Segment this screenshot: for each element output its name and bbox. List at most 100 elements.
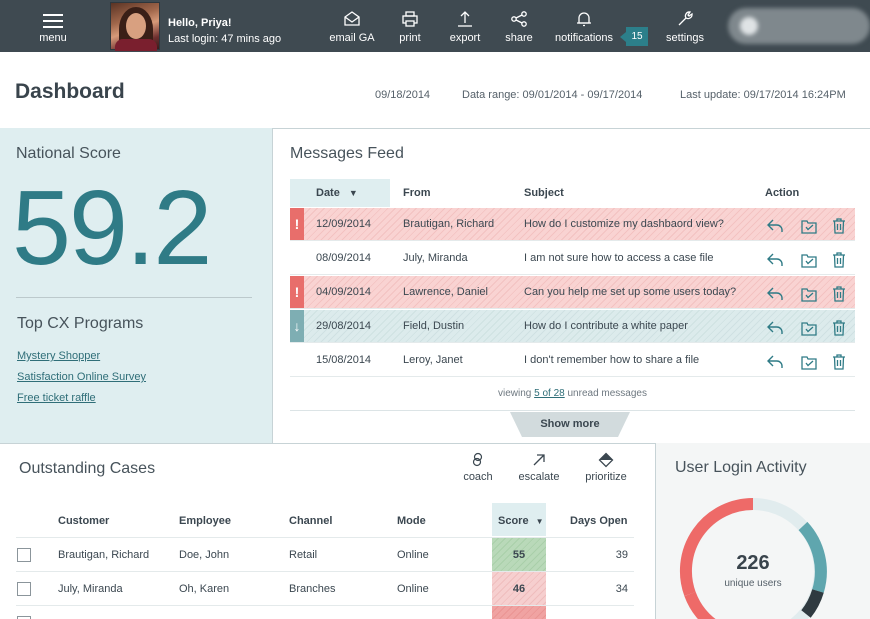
viewing-prefix: viewing bbox=[497, 388, 532, 399]
urgent-flag-icon: ! bbox=[290, 208, 304, 240]
case-score bbox=[492, 606, 546, 619]
table-row[interactable]: July, Miranda Oh, Karen Branches Online … bbox=[16, 571, 634, 605]
column-header-label: Score bbox=[498, 515, 529, 527]
case-mode: Online bbox=[397, 583, 429, 595]
sort-down-icon: ▼ bbox=[535, 517, 544, 526]
notifications-button[interactable]: notifications bbox=[550, 0, 618, 52]
divider bbox=[16, 297, 252, 298]
hamburger-icon bbox=[43, 14, 63, 28]
print-button[interactable]: print bbox=[388, 0, 432, 52]
trash-icon[interactable] bbox=[830, 318, 848, 336]
tool-label: settings bbox=[666, 32, 704, 44]
column-header-days-open: Days Open bbox=[570, 515, 628, 527]
file-icon[interactable] bbox=[800, 250, 818, 268]
envelope-icon bbox=[344, 11, 360, 26]
user-login-activity-panel: User Login Activity 226 unique users bbox=[655, 443, 870, 619]
coach-icon bbox=[472, 452, 483, 467]
message-row[interactable]: 08/09/2014 July, Miranda I am not sure h… bbox=[290, 242, 855, 275]
message-subject: Can you help me set up some users today? bbox=[524, 286, 737, 298]
table-row[interactable]: Brautigan, Richard Doe, John Retail Onli… bbox=[16, 537, 634, 571]
coach-button[interactable]: coach bbox=[458, 452, 498, 488]
program-link-mystery-shopper[interactable]: Mystery Shopper bbox=[17, 350, 100, 362]
case-days-open: 39 bbox=[615, 549, 628, 561]
column-header-channel: Channel bbox=[289, 515, 333, 527]
file-icon[interactable] bbox=[800, 216, 818, 234]
viewing-count-link[interactable]: 5 of 28 bbox=[534, 388, 565, 399]
tool-label: export bbox=[449, 32, 481, 44]
case-mode: Online bbox=[397, 549, 429, 561]
message-from: Field, Dustin bbox=[403, 320, 465, 332]
notification-count-badge[interactable]: 15 bbox=[620, 27, 648, 46]
export-button[interactable]: export bbox=[443, 0, 487, 52]
unique-users-label: unique users bbox=[724, 578, 782, 589]
file-icon[interactable] bbox=[800, 284, 818, 302]
user-login-activity-title: User Login Activity bbox=[675, 459, 807, 476]
menu-button[interactable]: menu bbox=[0, 0, 106, 52]
row-checkbox[interactable] bbox=[17, 582, 31, 596]
share-icon bbox=[511, 11, 527, 27]
message-date: 12/09/2014 bbox=[316, 218, 372, 230]
row-checkbox[interactable] bbox=[17, 548, 31, 562]
column-header-date[interactable]: Date ▼ bbox=[290, 179, 390, 207]
program-link-satisfaction-survey[interactable]: Satisfaction Online Survey bbox=[17, 371, 146, 383]
message-from: Leroy, Janet bbox=[403, 354, 463, 366]
low-priority-arrow-icon: ↓ bbox=[290, 310, 304, 342]
escalate-button[interactable]: escalate bbox=[513, 452, 565, 488]
case-employee: Doe, John bbox=[179, 549, 230, 561]
message-subject: How do I contribute a white paper bbox=[524, 320, 688, 332]
trash-icon[interactable] bbox=[830, 216, 848, 234]
header-date: 09/18/2014 bbox=[375, 89, 431, 101]
message-row[interactable]: ↓ 29/08/2014 Field, Dustin How do I cont… bbox=[290, 310, 855, 343]
messages-feed-title: Messages Feed bbox=[290, 145, 404, 162]
tool-label: email GA bbox=[329, 32, 375, 44]
table-row[interactable] bbox=[16, 605, 634, 619]
reply-icon[interactable] bbox=[766, 318, 784, 336]
message-from: Lawrence, Daniel bbox=[403, 286, 488, 298]
column-header-score[interactable]: Score ▼ bbox=[492, 503, 546, 536]
national-score-title: National Score bbox=[16, 145, 121, 162]
message-date: 04/09/2014 bbox=[316, 286, 372, 298]
avatar[interactable] bbox=[110, 2, 160, 51]
reply-icon[interactable] bbox=[766, 352, 784, 370]
reply-icon[interactable] bbox=[766, 216, 784, 234]
page-title: Dashboard bbox=[15, 80, 125, 103]
prioritize-button[interactable]: prioritize bbox=[580, 452, 632, 488]
prioritize-label: prioritize bbox=[585, 471, 627, 483]
trash-icon[interactable] bbox=[830, 284, 848, 302]
share-button[interactable]: share bbox=[497, 0, 541, 52]
column-header-action: Action bbox=[765, 187, 800, 199]
column-header-mode: Mode bbox=[397, 515, 426, 527]
reply-icon[interactable] bbox=[766, 284, 784, 302]
message-date: 29/08/2014 bbox=[316, 320, 372, 332]
unique-users-count: 226 bbox=[736, 552, 770, 574]
data-range: Data range: 09/01/2014 - 09/17/2014 bbox=[462, 89, 643, 101]
menu-label: menu bbox=[39, 32, 67, 44]
coach-label: coach bbox=[463, 471, 493, 483]
viewing-status: viewing 5 of 28 unread messages bbox=[290, 388, 855, 399]
national-score-panel: National Score 59.2 Top CX Programs Myst… bbox=[0, 128, 273, 444]
show-more-button[interactable]: Show more bbox=[510, 412, 630, 437]
program-link-free-ticket-raffle[interactable]: Free ticket raffle bbox=[17, 392, 96, 404]
top-bar: menu Hello, Priya! Last login: 47 mins a… bbox=[0, 0, 870, 52]
trash-icon[interactable] bbox=[830, 352, 848, 370]
settings-button[interactable]: settings bbox=[660, 0, 710, 52]
file-icon[interactable] bbox=[800, 352, 818, 370]
last-update: Last update: 09/17/2014 16:24PM bbox=[680, 89, 846, 101]
column-header-employee: Employee bbox=[179, 515, 231, 527]
case-customer: Brautigan, Richard bbox=[58, 549, 150, 561]
email-ga-button[interactable]: email GA bbox=[322, 0, 382, 52]
message-row[interactable]: ! 04/09/2014 Lawrence, Daniel Can you he… bbox=[290, 276, 855, 309]
brand-logo bbox=[728, 8, 870, 44]
outstanding-cases-title: Outstanding Cases bbox=[19, 460, 156, 477]
file-icon[interactable] bbox=[800, 318, 818, 336]
message-date: 08/09/2014 bbox=[316, 252, 372, 264]
message-from: July, Miranda bbox=[403, 252, 468, 264]
trash-icon[interactable] bbox=[830, 250, 848, 268]
message-row[interactable]: 15/08/2014 Leroy, Janet I don't remember… bbox=[290, 344, 855, 377]
reply-icon[interactable] bbox=[766, 250, 784, 268]
diamond-icon bbox=[598, 452, 614, 468]
message-subject: I am not sure how to access a case file bbox=[524, 252, 714, 264]
case-score: 55 bbox=[492, 538, 546, 571]
message-row[interactable]: ! 12/09/2014 Brautigan, Richard How do I… bbox=[290, 208, 855, 241]
printer-icon bbox=[402, 11, 418, 27]
